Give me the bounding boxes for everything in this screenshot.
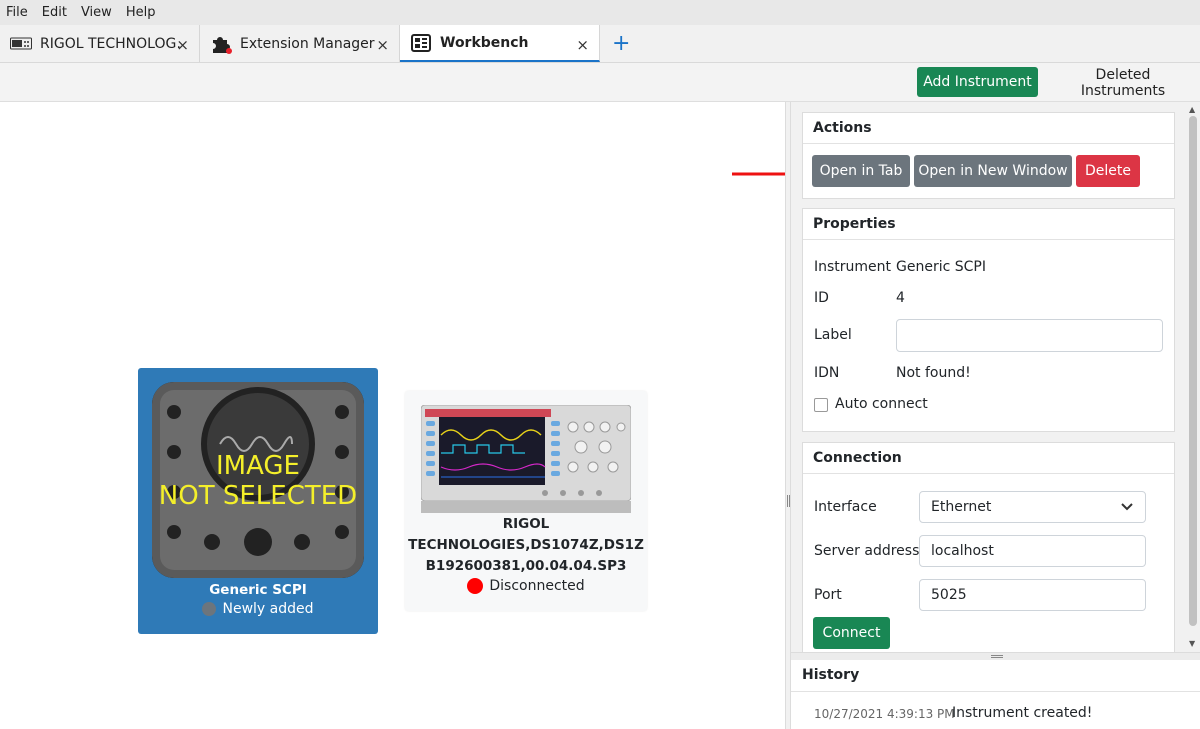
instrument-name-line2: TECHNOLOGIES,DS1074Z,DS1Z: [408, 537, 644, 553]
menu-view[interactable]: View: [81, 5, 112, 20]
tab-rigol-label: RIGOL TECHNOLOG…: [40, 35, 180, 52]
server-address-input[interactable]: localhost: [919, 535, 1146, 567]
history-entry-message: Instrument created!: [952, 705, 1093, 721]
port-label: Port: [814, 587, 842, 603]
properties-title: Properties: [803, 209, 1174, 240]
instrument-label: Instrument: [814, 259, 892, 275]
label-label: Label: [814, 327, 852, 343]
instrument-card-rigol[interactable]: RIGOL TECHNOLOGIES,DS1074Z,DS1Z B1926003…: [405, 391, 647, 611]
toolbar: Add Instrument Deleted Instruments: [0, 63, 1200, 102]
port-input[interactable]: 5025: [919, 579, 1146, 611]
scroll-down-icon[interactable]: ▼: [1189, 639, 1195, 648]
deleted-instruments-button[interactable]: Deleted Instruments: [1046, 67, 1200, 99]
workbench-icon: [410, 33, 432, 52]
menu-file[interactable]: File: [6, 5, 28, 20]
menu-bar: File Edit View Help: [0, 0, 1200, 25]
actions-panel: Actions Open in Tab Open in New Window D…: [802, 112, 1175, 199]
puzzle-icon: [210, 35, 232, 54]
instrument-name: Generic SCPI: [209, 582, 307, 598]
interface-label: Interface: [814, 499, 877, 515]
connection-panel: Connection Interface Ethernet Server add…: [802, 442, 1175, 652]
oscilloscope-image: [421, 405, 631, 513]
chevron-down-icon: [1121, 503, 1133, 511]
history-divider: [791, 691, 1200, 692]
history-panel: History 10/27/2021 4:39:13 PM Instrument…: [791, 660, 1200, 729]
idn-value: Not found!: [896, 365, 971, 381]
actions-title: Actions: [803, 113, 1174, 144]
sidebar-scrollbar[interactable]: ▲ ▼: [1186, 102, 1200, 652]
history-entry-time: 10/27/2021 4:39:13 PM: [814, 707, 955, 721]
tab-workbench-label: Workbench: [440, 34, 529, 51]
status-dot-icon: [467, 578, 484, 594]
instrument-value: Generic SCPI: [896, 259, 986, 275]
menu-edit[interactable]: Edit: [42, 5, 67, 20]
connection-title: Connection: [803, 443, 1174, 474]
oscilloscope-icon: [10, 35, 32, 53]
connect-button[interactable]: Connect: [813, 617, 890, 649]
status-dot-icon: [202, 602, 217, 616]
open-in-tab-button[interactable]: Open in Tab: [812, 155, 910, 187]
sidebar: Actions Open in Tab Open in New Window D…: [791, 102, 1200, 729]
placeholder-line1: IMAGE: [216, 451, 300, 481]
tab-workbench[interactable]: Workbench ×: [400, 25, 600, 62]
instrument-name-line1: RIGOL: [502, 516, 550, 532]
tab-extension-manager-close-icon[interactable]: ×: [376, 36, 389, 54]
open-in-new-window-button[interactable]: Open in New Window: [914, 155, 1072, 187]
id-value: 4: [896, 290, 905, 306]
sidebar-scroll-area[interactable]: Actions Open in Tab Open in New Window D…: [791, 102, 1186, 652]
add-tab-button[interactable]: +: [600, 25, 642, 62]
placeholder-line2: NOT SELECTED: [159, 481, 357, 511]
label-input[interactable]: [896, 319, 1163, 352]
tab-extension-manager[interactable]: Extension Manager ×: [200, 25, 400, 62]
status-text: Disconnected: [489, 578, 585, 594]
idn-label: IDN: [814, 365, 840, 381]
tab-rigol-close-icon[interactable]: ×: [176, 36, 189, 54]
id-label: ID: [814, 290, 829, 306]
image-not-selected-placeholder: IMAGE NOT SELECTED: [152, 382, 364, 578]
add-instrument-button[interactable]: Add Instrument: [917, 67, 1038, 97]
splitter-grip-icon: [991, 655, 1003, 658]
instrument-status: Disconnected: [405, 578, 647, 594]
tab-rigol[interactable]: RIGOL TECHNOLOG… ×: [0, 25, 200, 62]
delete-button[interactable]: Delete: [1076, 155, 1140, 187]
menu-help[interactable]: Help: [126, 5, 156, 20]
splitter-grip-icon: [787, 495, 790, 507]
properties-panel: Properties Instrument Generic SCPI ID 4 …: [802, 208, 1175, 432]
scroll-up-icon[interactable]: ▲: [1189, 105, 1195, 114]
instrument-name-line3: B192600381,00.04.04.SP3: [425, 558, 627, 574]
history-title: History: [802, 667, 860, 683]
workbench-canvas[interactable]: IMAGE NOT SELECTED Generic SCPI Newly ad…: [0, 102, 785, 729]
status-text: Newly added: [222, 601, 314, 617]
interface-value: Ethernet: [931, 499, 992, 515]
scrollbar-thumb[interactable]: [1189, 116, 1197, 626]
tab-bar: RIGOL TECHNOLOG… × Extension Manager × W…: [0, 25, 1200, 63]
instrument-status: Newly added: [138, 601, 378, 617]
tab-workbench-close-icon[interactable]: ×: [576, 36, 589, 54]
server-address-label: Server address: [814, 543, 920, 559]
instrument-card-generic-scpi[interactable]: IMAGE NOT SELECTED Generic SCPI Newly ad…: [138, 368, 378, 634]
auto-connect-checkbox[interactable]: [814, 398, 828, 412]
interface-select[interactable]: Ethernet: [919, 491, 1146, 523]
auto-connect-label: Auto connect: [835, 396, 928, 412]
history-splitter[interactable]: [791, 652, 1200, 660]
tab-extension-manager-label: Extension Manager: [240, 35, 375, 52]
